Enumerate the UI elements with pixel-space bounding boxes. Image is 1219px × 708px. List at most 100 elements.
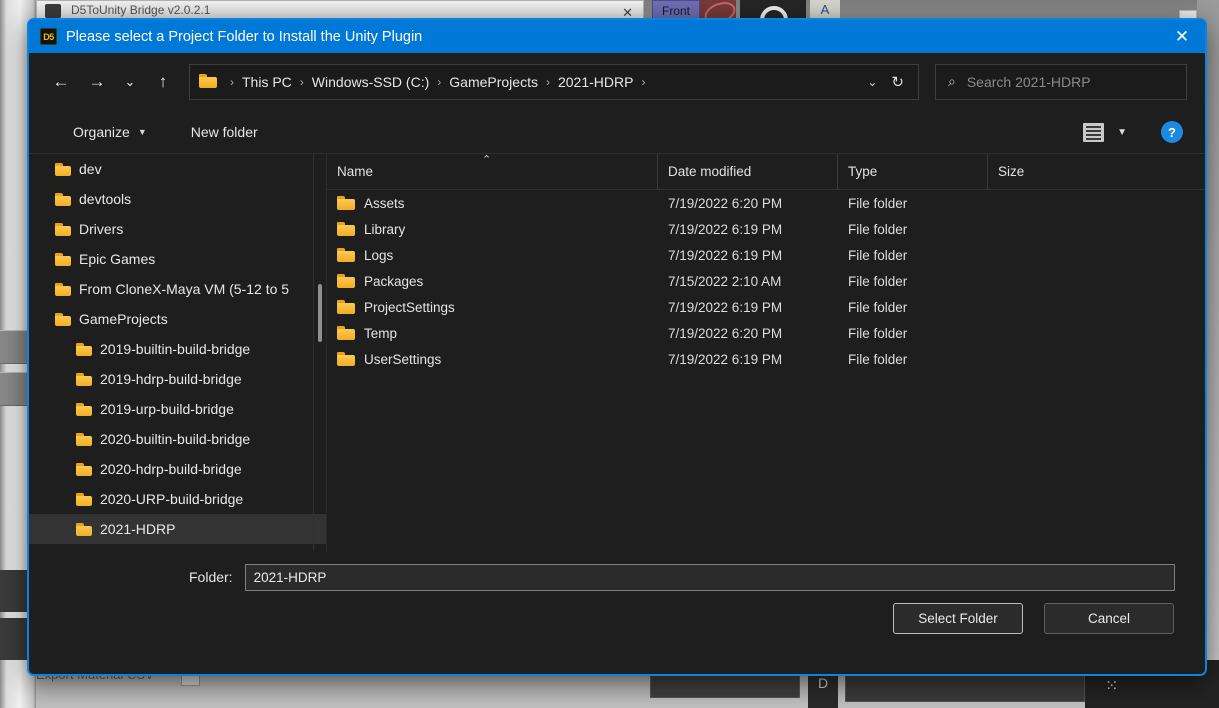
folder-icon: [337, 352, 355, 366]
folder-icon: [76, 372, 92, 386]
folder-name-input[interactable]: 2021-HDRP: [244, 563, 1175, 591]
organize-button[interactable]: Organize ▼: [73, 124, 147, 140]
folder-field-label: Folder:: [189, 569, 233, 585]
column-header-name[interactable]: Name ⌃: [327, 154, 657, 190]
folder-icon: [76, 522, 92, 536]
sidebar-item-label: devtools: [79, 191, 132, 207]
table-row[interactable]: Temp 7/19/2022 6:20 PM File folder: [327, 320, 1205, 346]
sidebar-item-2019-builtin-build-bridge[interactable]: 2019-builtin-build-bridge: [29, 334, 326, 364]
folder-icon: [337, 248, 355, 262]
folder-icon: [76, 342, 92, 356]
table-row[interactable]: ProjectSettings 7/19/2022 6:19 PM File fol…: [327, 294, 1205, 320]
date-modified-cell: 7/19/2022 6:19 PM: [668, 247, 783, 263]
command-bar-right: ▼ ?: [1083, 110, 1183, 154]
sidebar-item-2021-hdrp[interactable]: 2021-HDRP: [29, 514, 326, 544]
folder-icon: [199, 74, 218, 89]
sidebar-item-label: dev: [79, 161, 102, 177]
dialog-titlebar: D5 Please select a Project Folder to Ins…: [29, 20, 1205, 53]
sidebar-item-label: 2019-builtin-build-bridge: [100, 341, 251, 357]
file-name-label: ProjectSettings: [364, 299, 455, 315]
sidebar-item-epic-games[interactable]: Epic Games: [29, 244, 326, 274]
table-row[interactable]: Library 7/19/2022 6:19 PM File folder: [327, 216, 1205, 242]
folder-icon: [337, 196, 355, 210]
search-input[interactable]: Search 2021-HDRP: [967, 74, 1091, 90]
table-row[interactable]: Packages 7/15/2022 2:10 AM File folder: [327, 268, 1205, 294]
sidebar-scrollbar[interactable]: [314, 154, 326, 551]
file-name-cell: ProjectSettings: [327, 300, 657, 315]
background-window-icon: [45, 4, 61, 18]
folder-icon: [76, 492, 92, 506]
type-cell: File folder: [848, 247, 908, 263]
sidebar-item-assets[interactable]: Assets: [29, 544, 326, 551]
column-header-label: Size: [998, 164, 1025, 179]
table-row[interactable]: Logs 7/19/2022 6:19 PM File folder: [327, 242, 1205, 268]
sidebar-item-gameprojects[interactable]: GameProjects: [29, 304, 326, 334]
sidebar-item-label: 2019-hdrp-build-bridge: [100, 371, 242, 387]
up-button[interactable]: ↑: [145, 65, 181, 99]
navigation-tree[interactable]: dev devtools Drivers Epic Games From CloneX-…: [29, 154, 327, 551]
column-header-type[interactable]: Type: [837, 154, 987, 190]
file-list-pane: Name ⌃ Date modified Type Size Assets 7/19/20…: [327, 154, 1205, 551]
sidebar-item-label: From CloneX-Maya VM (5-12 to 5: [79, 281, 290, 297]
breadcrumb-separator: ›: [299, 74, 304, 89]
sidebar-item-label: 2020-URP-build-bridge: [100, 491, 244, 507]
forward-button[interactable]: →: [79, 65, 115, 99]
breadcrumb-separator: ›: [545, 74, 550, 89]
sidebar-item-2019-hdrp-build-bridge[interactable]: 2019-hdrp-build-bridge: [29, 364, 326, 394]
table-row[interactable]: UserSettings 7/19/2022 6:19 PM File folder: [327, 346, 1205, 372]
breadcrumb-item-2021-hdrp[interactable]: 2021-HDRP: [556, 74, 635, 90]
breadcrumb-item-gameprojects[interactable]: GameProjects: [447, 74, 540, 90]
folder-icon: [55, 192, 71, 206]
organize-label: Organize: [73, 123, 130, 140]
file-name-cell: Assets: [327, 196, 657, 211]
column-header-size[interactable]: Size: [987, 154, 1087, 190]
back-button[interactable]: ←: [43, 65, 79, 99]
date-modified-cell: 7/19/2022 6:20 PM: [668, 325, 783, 341]
breadcrumb-item-this-pc[interactable]: This PC: [240, 74, 294, 90]
view-layout-icon[interactable]: [1083, 122, 1105, 142]
folder-picker-dialog: D5 Please select a Project Folder to Ins…: [27, 18, 1207, 676]
help-button[interactable]: ?: [1161, 121, 1183, 143]
sidebar-item-drivers[interactable]: Drivers: [29, 214, 326, 244]
new-folder-button[interactable]: New folder: [191, 124, 258, 140]
dialog-body: dev devtools Drivers Epic Games From CloneX-…: [29, 154, 1205, 551]
sidebar-item-label: Epic Games: [79, 251, 156, 267]
date-modified-cell: 7/19/2022 6:20 PM: [668, 195, 783, 211]
file-list[interactable]: Assets 7/19/2022 6:20 PM File folder Librar…: [327, 190, 1205, 372]
sidebar-item-label: 2020-hdrp-build-bridge: [100, 461, 242, 477]
background-window-title: D5ToUnity Bridge v2.0.2.1: [71, 3, 211, 17]
sidebar-item-dev[interactable]: dev: [29, 154, 326, 184]
type-cell: File folder: [848, 273, 908, 289]
dialog-footer: Folder: 2021-HDRP Select Folder Cancel: [29, 551, 1205, 674]
breadcrumb-item-windows-ssd[interactable]: Windows-SSD (C:): [310, 74, 431, 90]
folder-icon: [76, 462, 92, 476]
recent-locations-button[interactable]: ⌄: [115, 65, 145, 99]
sidebar-item-from-clonex-maya-vm-5-12-to-5[interactable]: From CloneX-Maya VM (5-12 to 5: [29, 274, 326, 304]
breadcrumb-separator: ›: [641, 74, 646, 89]
date-modified-cell: 7/15/2022 2:10 AM: [668, 273, 782, 289]
cancel-button[interactable]: Cancel: [1044, 603, 1174, 634]
sidebar-item-devtools[interactable]: devtools: [29, 184, 326, 214]
column-header-date-modified[interactable]: Date modified: [657, 154, 837, 190]
chevron-down-icon[interactable]: ▼: [1117, 127, 1127, 138]
file-name-label: Packages: [364, 273, 424, 289]
table-row[interactable]: Assets 7/19/2022 6:20 PM File folder: [327, 190, 1205, 216]
sidebar-item-2020-urp-build-bridge[interactable]: 2020-URP-build-bridge: [29, 484, 326, 514]
sidebar-item-2020-hdrp-build-bridge[interactable]: 2020-hdrp-build-bridge: [29, 454, 326, 484]
sidebar-item-label: 2020-builtin-build-bridge: [100, 431, 251, 447]
chevron-down-icon[interactable]: ⌄: [857, 75, 887, 89]
dialog-title: Please select a Project Folder to Instal…: [66, 28, 423, 45]
column-headers: Name ⌃ Date modified Type Size: [327, 154, 1205, 190]
search-box[interactable]: ⌕ Search 2021-HDRP: [935, 63, 1187, 100]
file-name-label: Library: [364, 221, 406, 237]
sidebar-item-2020-builtin-build-bridge[interactable]: 2020-builtin-build-bridge: [29, 424, 326, 454]
background-grid-dots-icon: ⁙: [1105, 678, 1121, 695]
sidebar-scrollbar-thumb[interactable]: [318, 284, 322, 342]
address-bar[interactable]: › This PC › Windows-SSD (C:) › GameProje…: [189, 63, 919, 100]
close-icon[interactable]: ✕: [1159, 20, 1205, 53]
sidebar-item-2019-urp-build-bridge[interactable]: 2019-urp-build-bridge: [29, 394, 326, 424]
refresh-icon[interactable]: ↻: [887, 73, 912, 91]
select-folder-button[interactable]: Select Folder: [893, 603, 1023, 634]
navigation-bar: ← → ⌄ ↑ › This PC › Windows-SSD (C:) › G…: [29, 53, 1205, 110]
type-cell: File folder: [848, 299, 908, 315]
